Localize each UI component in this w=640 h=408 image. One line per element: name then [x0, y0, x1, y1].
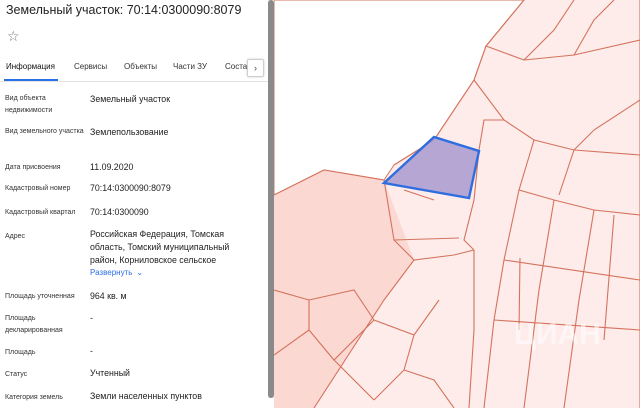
parcel-line: [563, 209, 595, 408]
field-label-status: Статус: [5, 371, 28, 378]
field-label-assign-date: Дата присвоения: [5, 164, 61, 171]
parcel-line: [333, 359, 375, 401]
chevron-right-icon: ›: [254, 63, 257, 73]
parcel-line: [523, 199, 555, 408]
field-label-land-use: Вид земельного участка: [5, 128, 84, 135]
expand-address-link[interactable]: Развернуть ⌄: [90, 268, 143, 277]
field-label-object-type: Вид объекта недвижимости: [5, 95, 53, 114]
parcel-line: [413, 299, 440, 336]
field-label-cadastral-quarter: Кадастровый квартал: [5, 209, 76, 216]
tab-services[interactable]: Сервисы: [74, 62, 107, 71]
panel-scrollbar[interactable]: [268, 0, 274, 398]
parcel-line: [403, 369, 455, 408]
field-value-address: Российская Федерация, Томская область, Т…: [90, 229, 230, 265]
parcel-line: [523, 0, 575, 61]
parcel-line: [503, 259, 640, 281]
parcel-line: [518, 257, 521, 331]
tab-parcel-parts[interactable]: Части ЗУ: [173, 62, 207, 71]
field-value-area-declared: -: [90, 313, 93, 323]
field-value-assign-date: 11.09.2020: [90, 162, 134, 172]
field-value-land-category: Земли населенных пунктов: [90, 391, 202, 401]
info-panel: Земельный участок: 70:14:0300090:8079 ☆ …: [0, 0, 268, 408]
panel-title: Земельный участок: 70:14:0300090:8079: [6, 3, 242, 17]
parcel-line: [573, 99, 640, 151]
parcel-line: [473, 79, 640, 156]
field-value-cadastral-number: 70:14:0300090:8079: [90, 183, 171, 193]
field-label-area-refined: Площадь уточненная: [5, 293, 75, 300]
parcel-line: [603, 214, 615, 341]
field-value-area-refined: 964 кв. м: [90, 291, 127, 301]
scrollbar-thumb[interactable]: [268, 0, 274, 398]
parcel-area: [274, 170, 414, 408]
parcel-line: [518, 139, 640, 216]
star-icon[interactable]: ☆: [7, 28, 23, 44]
field-value-status: Учтенный: [90, 368, 130, 378]
tab-information[interactable]: Информация: [6, 62, 55, 71]
parcel-boundaries: [274, 0, 640, 408]
field-label-land-category: Категория земель: [5, 394, 63, 401]
field-value-land-use: Землепользование: [90, 127, 169, 137]
parcel-line: [478, 119, 504, 151]
chevron-down-icon: ⌄: [136, 268, 144, 277]
field-label-cadastral-number: Кадастровый номер: [5, 185, 71, 192]
field-value-area: -: [90, 346, 93, 356]
parcel-line: [485, 39, 640, 61]
field-label-area-declared: Площадь декларированная: [5, 315, 63, 334]
expand-label: Развернуть: [90, 268, 133, 277]
active-tab-indicator: [4, 79, 58, 81]
cadastral-map[interactable]: ЦИАН: [274, 0, 640, 408]
parcel-line: [558, 149, 575, 196]
parcel-line: [483, 189, 520, 408]
field-value-object-type: Земельный участок: [90, 94, 171, 104]
parcel-line: [468, 250, 475, 408]
tab-composition[interactable]: Соста: [225, 62, 247, 71]
tab-bar: Информация Сервисы Объекты Части ЗУ Сост…: [0, 58, 268, 82]
tab-objects[interactable]: Объекты: [124, 62, 157, 71]
field-value-cadastral-quarter: 70:14:0300090: [90, 207, 149, 217]
field-label-area: Площадь: [5, 349, 36, 356]
parcel-line: [493, 319, 640, 331]
parcel-line: [373, 319, 415, 401]
field-label-address: Адрес: [5, 233, 26, 240]
tabs-next-button[interactable]: ›: [247, 59, 264, 77]
